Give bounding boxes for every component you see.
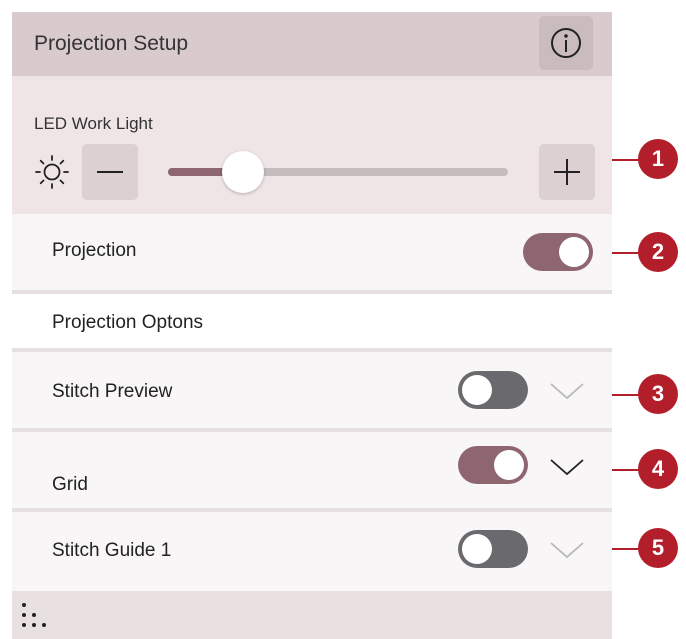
callout-badge: 4	[638, 449, 678, 489]
stitch-preview-row: Stitch Preview	[12, 352, 612, 428]
callout-badge: 2	[638, 232, 678, 272]
toggle-knob	[559, 237, 589, 267]
projection-options-header: Projection Optons	[12, 294, 612, 348]
projection-row: Projection	[12, 214, 612, 290]
chevron-down-icon[interactable]	[549, 539, 585, 561]
toggle-knob	[462, 375, 492, 405]
stitch-guide-label: Stitch Guide 1	[52, 540, 172, 561]
chevron-down-icon[interactable]	[549, 456, 585, 478]
led-work-light-label: LED Work Light	[34, 114, 153, 133]
stitch-preview-toggle[interactable]	[458, 371, 528, 409]
led-brightness-slider[interactable]	[168, 151, 508, 193]
led-decrease-button[interactable]	[82, 144, 138, 200]
projection-toggle[interactable]	[523, 233, 593, 271]
plus-icon	[554, 159, 580, 185]
grid-toggle[interactable]	[458, 446, 528, 484]
toggle-knob	[462, 534, 492, 564]
callout-badge: 1	[638, 139, 678, 179]
stitch-guide-row: Stitch Guide 1	[12, 512, 612, 591]
chevron-down-icon[interactable]	[549, 380, 585, 402]
projection-setup-panel: Projection Setup LED Work Light Projecti…	[12, 12, 612, 639]
callout-badge: 5	[638, 528, 678, 568]
info-button[interactable]	[539, 16, 593, 70]
led-increase-button[interactable]	[539, 144, 595, 200]
projection-options-title: Projection Optons	[52, 312, 204, 333]
grid-row: Grid	[12, 432, 612, 508]
led-work-light-section: LED Work Light	[12, 76, 612, 214]
stitch-preview-label: Stitch Preview	[52, 381, 173, 402]
panel-footer	[12, 591, 612, 639]
stitch-guide-toggle[interactable]	[458, 530, 528, 568]
minus-icon	[97, 171, 123, 173]
callout-badge: 3	[638, 374, 678, 414]
info-icon	[551, 28, 581, 58]
panel-header: Projection Setup	[12, 12, 612, 76]
grid-label: Grid	[52, 474, 88, 495]
toggle-knob	[494, 450, 524, 480]
panel-title: Projection Setup	[34, 32, 189, 55]
grip-icon[interactable]	[20, 601, 56, 631]
sun-icon	[35, 155, 69, 189]
projection-label: Projection	[52, 240, 137, 261]
slider-thumb[interactable]	[221, 151, 264, 193]
